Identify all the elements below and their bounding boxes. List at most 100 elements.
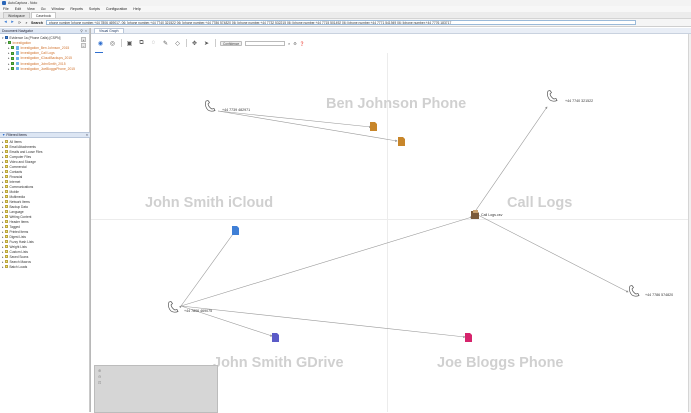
checkbox[interactable] <box>5 165 8 168</box>
menu-window[interactable]: Window <box>52 7 65 11</box>
edge <box>217 110 372 129</box>
checkbox[interactable] <box>5 150 8 153</box>
graph-edges-layer <box>178 106 629 338</box>
checkbox[interactable] <box>5 235 8 238</box>
eye-icon[interactable]: ◌ <box>150 40 157 46</box>
confidence-select[interactable]: Confidence <box>220 40 242 46</box>
menu-go[interactable]: Go <box>41 7 46 11</box>
checkbox[interactable] <box>5 260 8 263</box>
tree-item-source[interactable]: ▸ Investigation_JoeBloggsPhone_2015 <box>2 66 87 71</box>
checkbox[interactable] <box>5 180 8 183</box>
app-logo-icon <box>2 1 6 5</box>
checkbox[interactable] <box>5 205 8 208</box>
search-bar: ◂ ▸ ⟳ ⌕ Search phone number [phone numbe… <box>0 19 691 27</box>
checkbox[interactable] <box>11 62 14 66</box>
layout-icon[interactable]: ▣ <box>126 40 133 47</box>
document-node-icon[interactable] <box>465 333 472 342</box>
pointer-icon[interactable]: ➤ <box>203 40 210 47</box>
menu-scripts[interactable]: Scripts <box>89 7 100 11</box>
document-node-icon[interactable] <box>272 333 279 342</box>
checkbox[interactable] <box>5 170 8 173</box>
close-icon[interactable]: × <box>86 133 88 137</box>
checkbox[interactable] <box>5 220 8 223</box>
menu-view[interactable]: View <box>27 7 35 11</box>
eraser-icon[interactable]: ◇ <box>174 40 181 47</box>
csv-file-node-icon[interactable] <box>471 210 480 219</box>
menu-file[interactable]: File <box>3 7 9 11</box>
menu-reports[interactable]: Reports <box>70 7 83 11</box>
phone-node-icon[interactable] <box>546 90 560 102</box>
document-node-icon[interactable] <box>232 226 239 235</box>
phone-node-icon[interactable] <box>204 100 218 112</box>
filter-item-label: Language <box>9 209 24 214</box>
checkbox[interactable] <box>5 195 8 198</box>
checkbox[interactable] <box>5 145 8 148</box>
graph-search-input[interactable] <box>245 40 285 46</box>
edge <box>473 212 629 293</box>
tab-visual-graph[interactable]: Visual Graph <box>94 28 124 33</box>
checkbox[interactable] <box>5 255 8 258</box>
menu-edit[interactable]: Edit <box>15 7 21 11</box>
checkbox[interactable] <box>5 230 8 233</box>
filter-item[interactable]: ▸ Batch Loads <box>2 264 88 269</box>
document-node-icon[interactable] <box>398 137 405 146</box>
search-icon[interactable]: ⌕ <box>288 41 290 46</box>
pen-icon[interactable]: ✎ <box>162 40 169 47</box>
checkbox[interactable] <box>5 185 8 188</box>
graph-minimap[interactable]: ⊕ ⊖ ⊡ <box>94 365 218 413</box>
checkbox[interactable] <box>11 56 14 60</box>
tab-workspace[interactable]: Workspace <box>3 12 30 18</box>
tab-casebook[interactable]: Casebook <box>30 12 57 18</box>
phone-node-icon[interactable] <box>167 301 181 313</box>
edge <box>473 106 548 214</box>
help-icon[interactable]: ❓ <box>300 41 305 46</box>
menu-configuration[interactable]: Configuration <box>106 7 127 11</box>
checkbox[interactable] <box>5 215 8 218</box>
zoom-out-icon[interactable]: ⊖ <box>98 374 101 379</box>
checkbox[interactable] <box>11 46 14 50</box>
menu-help[interactable]: Help <box>133 7 140 11</box>
tree-item-label: Evidence 1a (Phone Calls) [CSPN] <box>9 35 61 40</box>
tree-item-label: Investigation_Ben Johnson_2015 <box>20 45 70 50</box>
document-navigator-panel: Document Navigator ⚲ × ▾ Evidence 1a (Ph… <box>0 28 90 412</box>
refresh-icon[interactable]: ⟳ <box>17 20 22 25</box>
move-icon[interactable]: ✥ <box>191 40 198 47</box>
checkbox[interactable] <box>11 51 14 55</box>
checkbox[interactable] <box>5 155 8 158</box>
remove-icon[interactable]: − <box>81 43 86 48</box>
filter-item-label: Custom Lists <box>9 249 28 254</box>
filter-item-label: Contacts <box>9 169 23 174</box>
checkbox[interactable] <box>5 175 8 178</box>
document-node-icon[interactable] <box>370 122 377 131</box>
checkbox[interactable] <box>5 140 8 143</box>
back-arrow-icon[interactable]: ◂ <box>3 20 8 25</box>
node-label-phone-number: +44 7739 482971 <box>222 108 251 112</box>
checkbox[interactable] <box>5 225 8 228</box>
settings-icon[interactable]: ⚙ <box>293 41 297 46</box>
close-icon[interactable]: × <box>85 29 87 33</box>
checkbox[interactable] <box>5 200 8 203</box>
checkbox[interactable] <box>11 67 14 71</box>
checkbox[interactable] <box>5 36 8 40</box>
checkbox[interactable] <box>8 41 11 45</box>
filter-item-label: All Items <box>9 139 22 144</box>
checkbox[interactable] <box>5 160 8 163</box>
search-input[interactable]: phone number [phone number,+44 7806 4690… <box>46 20 636 25</box>
checkbox[interactable] <box>5 245 8 248</box>
copy-icon[interactable]: ⧉ <box>138 40 145 47</box>
zoom-in-icon[interactable]: ⊕ <box>98 368 101 373</box>
phone-node-icon[interactable] <box>628 285 642 297</box>
checkbox[interactable] <box>5 210 8 213</box>
forward-arrow-icon[interactable]: ▸ <box>10 20 15 25</box>
add-icon[interactable]: + <box>81 37 86 42</box>
checkbox[interactable] <box>5 190 8 193</box>
graph-canvas[interactable]: Ben Johnson Phone John Smith iCloud Call… <box>91 53 691 413</box>
fit-icon[interactable]: ⊡ <box>98 380 101 385</box>
checkbox[interactable] <box>5 265 8 268</box>
refresh-icon[interactable]: ◎ <box>109 40 116 47</box>
pin-icon[interactable]: ⚲ <box>80 29 83 33</box>
checkbox[interactable] <box>5 240 8 243</box>
home-icon[interactable]: ◉ <box>97 40 104 47</box>
checkbox[interactable] <box>5 250 8 253</box>
filter-item-label: Weight Lists <box>9 244 27 249</box>
